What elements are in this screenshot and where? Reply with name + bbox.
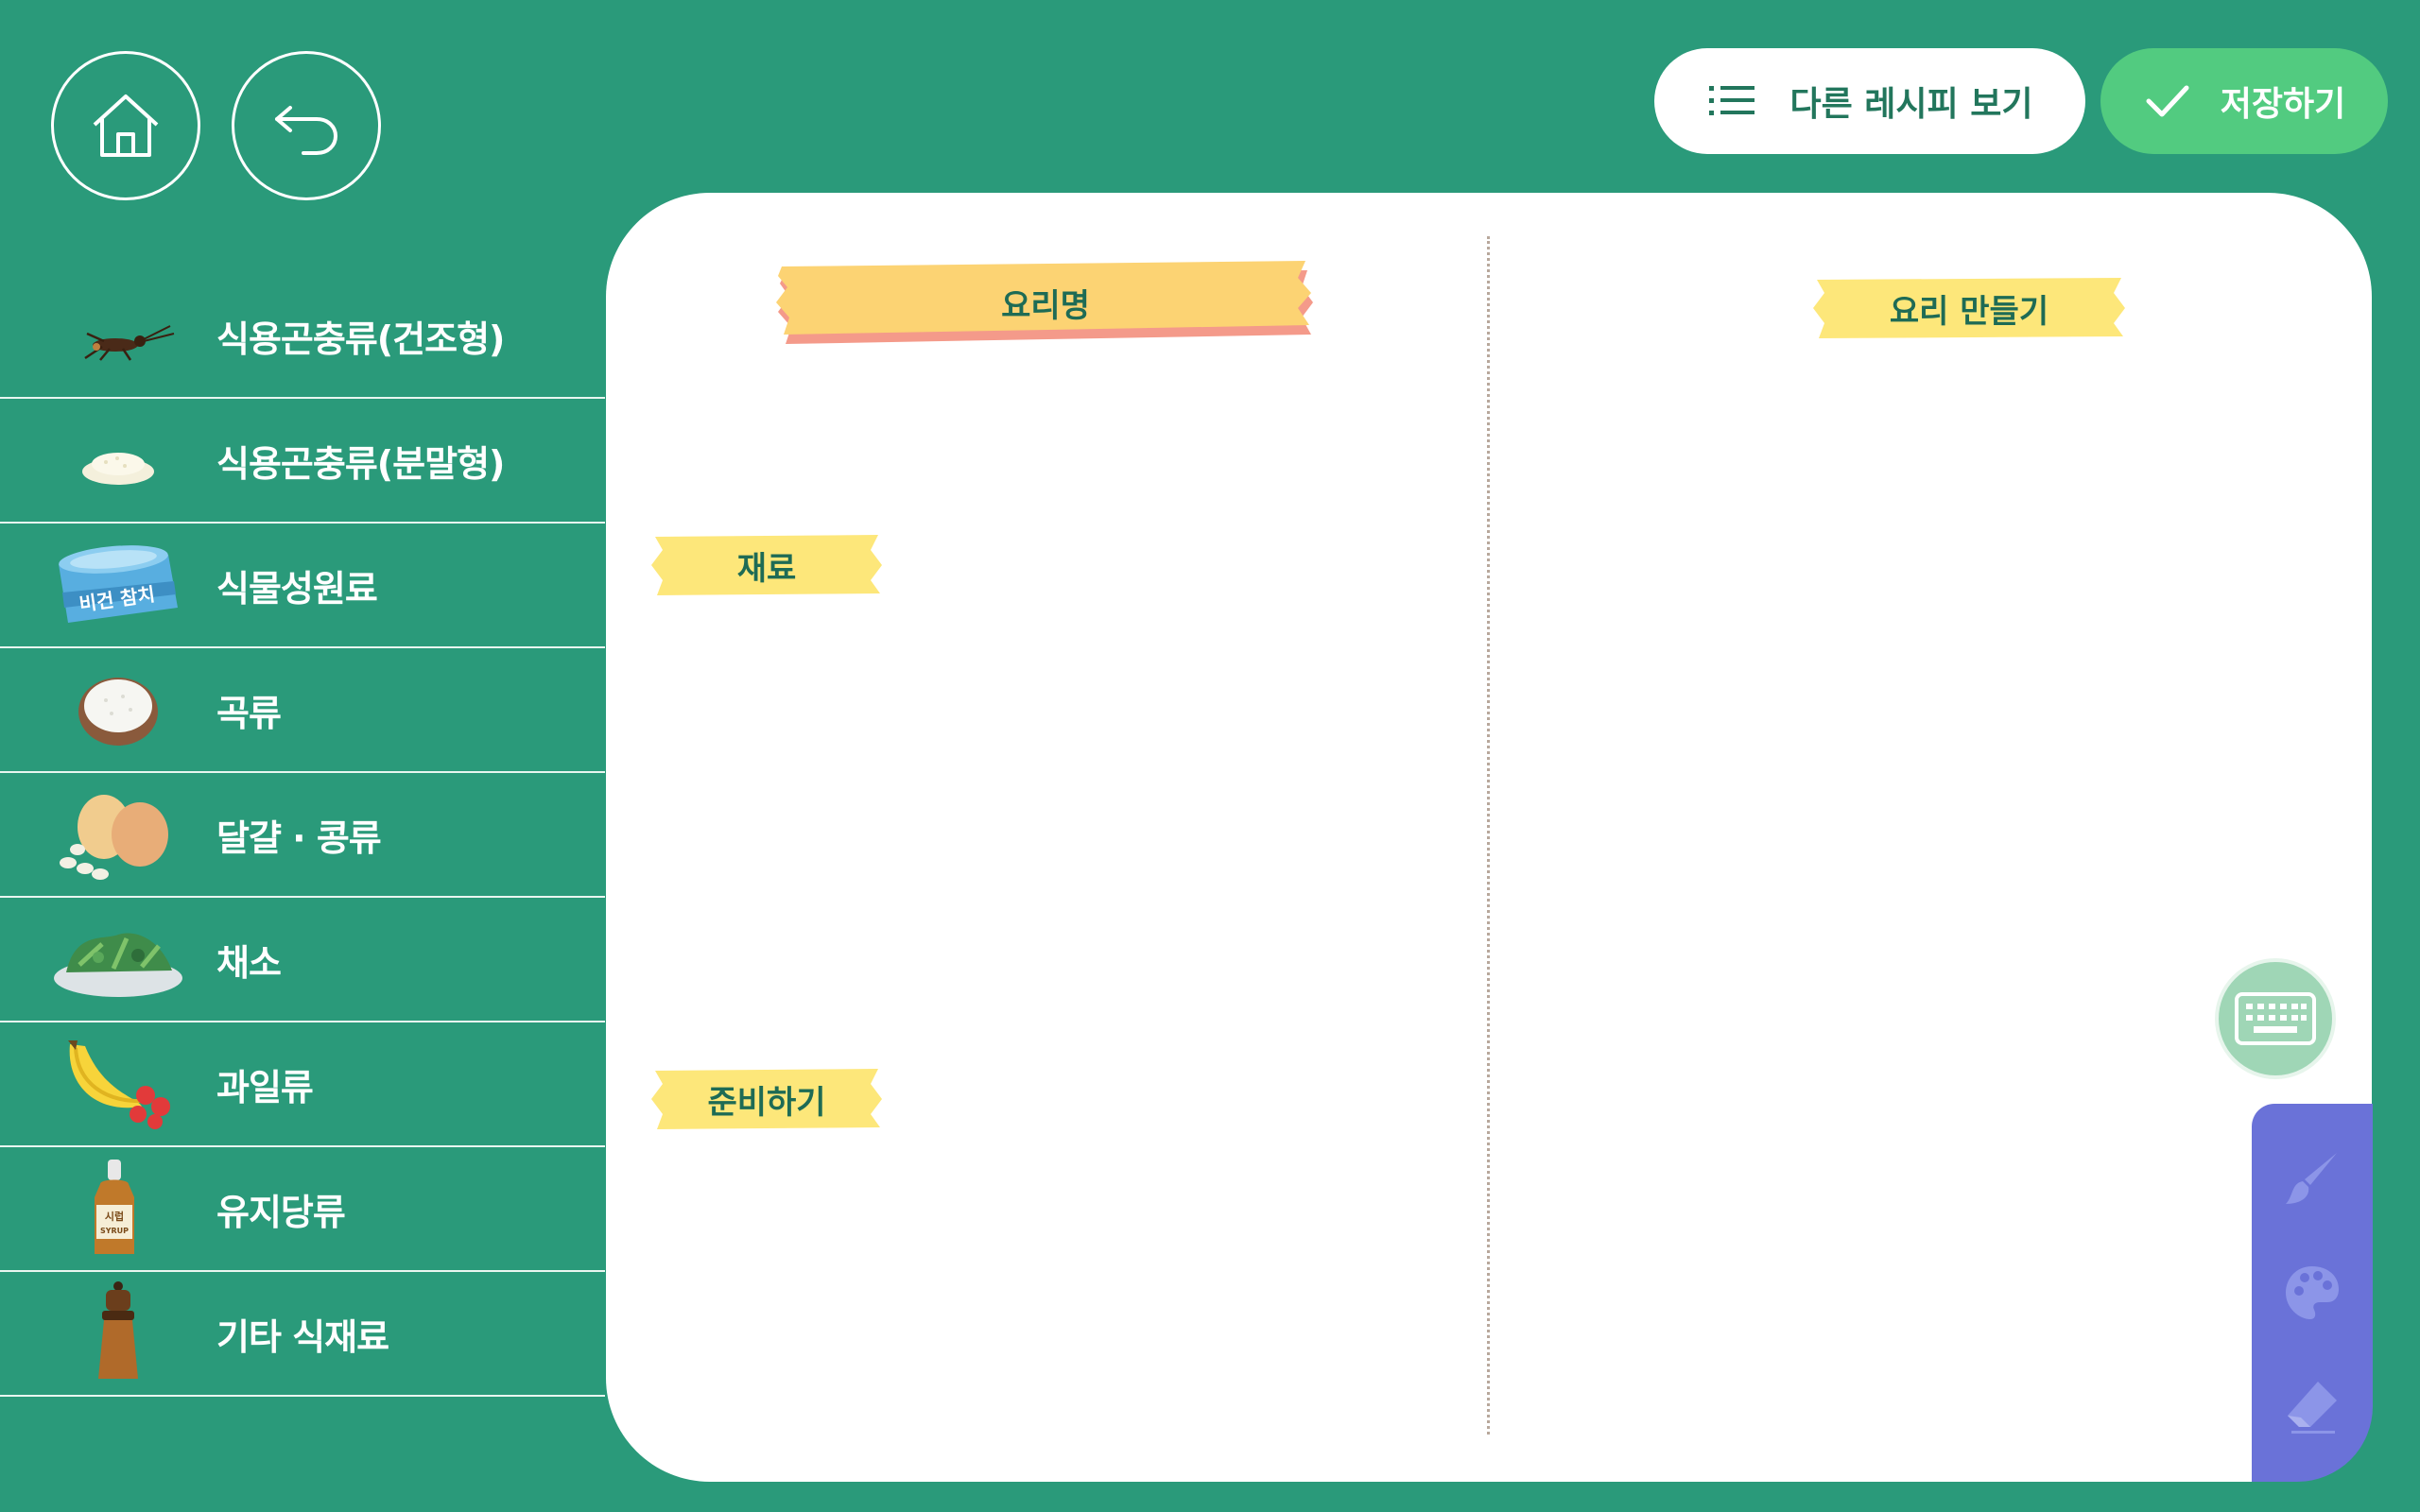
egg-beans-icon [60,795,168,880]
eraser-tool-button[interactable] [2274,1368,2350,1444]
check-icon [2146,85,2189,117]
ingredients-tape: 재료 [649,533,884,597]
make-dish-tape: 요리 만들기 [1811,276,2127,340]
cricket-icon [84,325,175,361]
category-label: 유지당류 [216,1191,346,1233]
dish-name-label: 요리명 [1001,286,1090,325]
other-recipes-label: 다른 레시피 보기 [1789,85,2033,124]
keyboard-button[interactable] [2215,958,2336,1079]
keyboard-icon [2235,992,2316,1045]
category-item-eggs-beans[interactable]: 달걀 · 콩류 [0,773,605,898]
pepper-grinder-icon [98,1281,138,1379]
brush-tool-button[interactable] [2274,1142,2350,1217]
category-item-plant-based[interactable]: 비건 참치 식물성원료 [0,524,605,648]
page-divider [1487,236,1490,1435]
save-button[interactable]: 저장하기 [2100,48,2388,154]
ingredients-label: 재료 [736,549,797,588]
make-dish-label: 요리 만들기 [1889,292,2049,331]
category-label: 식용곤충류(건조형) [216,318,505,360]
category-label: 달걀 · 콩류 [216,816,382,859]
brush-icon [2286,1153,2337,1204]
eraser-icon [2288,1382,2337,1434]
salad-plate-icon [54,933,182,997]
category-label: 식물성원료 [216,567,378,610]
other-recipes-button[interactable]: 다른 레시피 보기 [1654,48,2085,154]
category-item-vegetables[interactable]: 채소 [0,898,605,1022]
category-label: 식용곤충류(분말형) [216,442,505,485]
palette-tool-button[interactable] [2274,1255,2350,1331]
drawing-tools-panel [2252,1104,2373,1482]
category-item-oils-sugars[interactable]: 시럽 SYRUP 유지당류 [0,1147,605,1272]
save-label: 저장하기 [2220,85,2346,124]
powder-icon [82,453,154,485]
category-item-grains[interactable]: 곡류 [0,648,605,773]
category-sidebar: 식용곤충류(건조형) 식용곤충류(분말형) 비건 참치 식물성원료 곡류 달걀 … [0,274,605,1397]
list-icon [1708,86,1754,115]
category-item-other[interactable]: 기타 식재료 [0,1272,605,1397]
banana-strawberry-icon [68,1040,170,1129]
palette-icon [2286,1266,2339,1319]
recipe-card: 요리명 요리 만들기 재료 준비하기 [606,193,2372,1482]
back-button[interactable] [232,51,381,200]
category-label: 기타 식재료 [216,1315,389,1358]
category-label: 곡류 [216,692,282,734]
undo-arrow-icon [275,106,337,155]
preparation-label: 준비하기 [707,1083,826,1122]
dish-name-tape[interactable]: 요리명 [776,255,1315,350]
category-label: 채소 [216,941,282,984]
syrup-bottle-icon: 시럽 SYRUP [95,1160,134,1254]
rice-bowl-icon [78,678,158,746]
preparation-tape: 준비하기 [649,1067,884,1131]
syrup-label-text: 시럽 [105,1210,124,1223]
syrup-label-text-en: SYRUP [100,1227,129,1235]
home-button[interactable] [51,51,200,200]
category-item-powder-insects[interactable]: 식용곤충류(분말형) [0,399,605,524]
home-icon [93,94,159,157]
category-label: 과일류 [216,1066,314,1108]
category-item-fruits[interactable]: 과일류 [0,1022,605,1147]
category-item-dried-insects[interactable]: 식용곤충류(건조형) [0,274,605,399]
vegan-tuna-can-icon: 비건 참치 [59,545,178,623]
